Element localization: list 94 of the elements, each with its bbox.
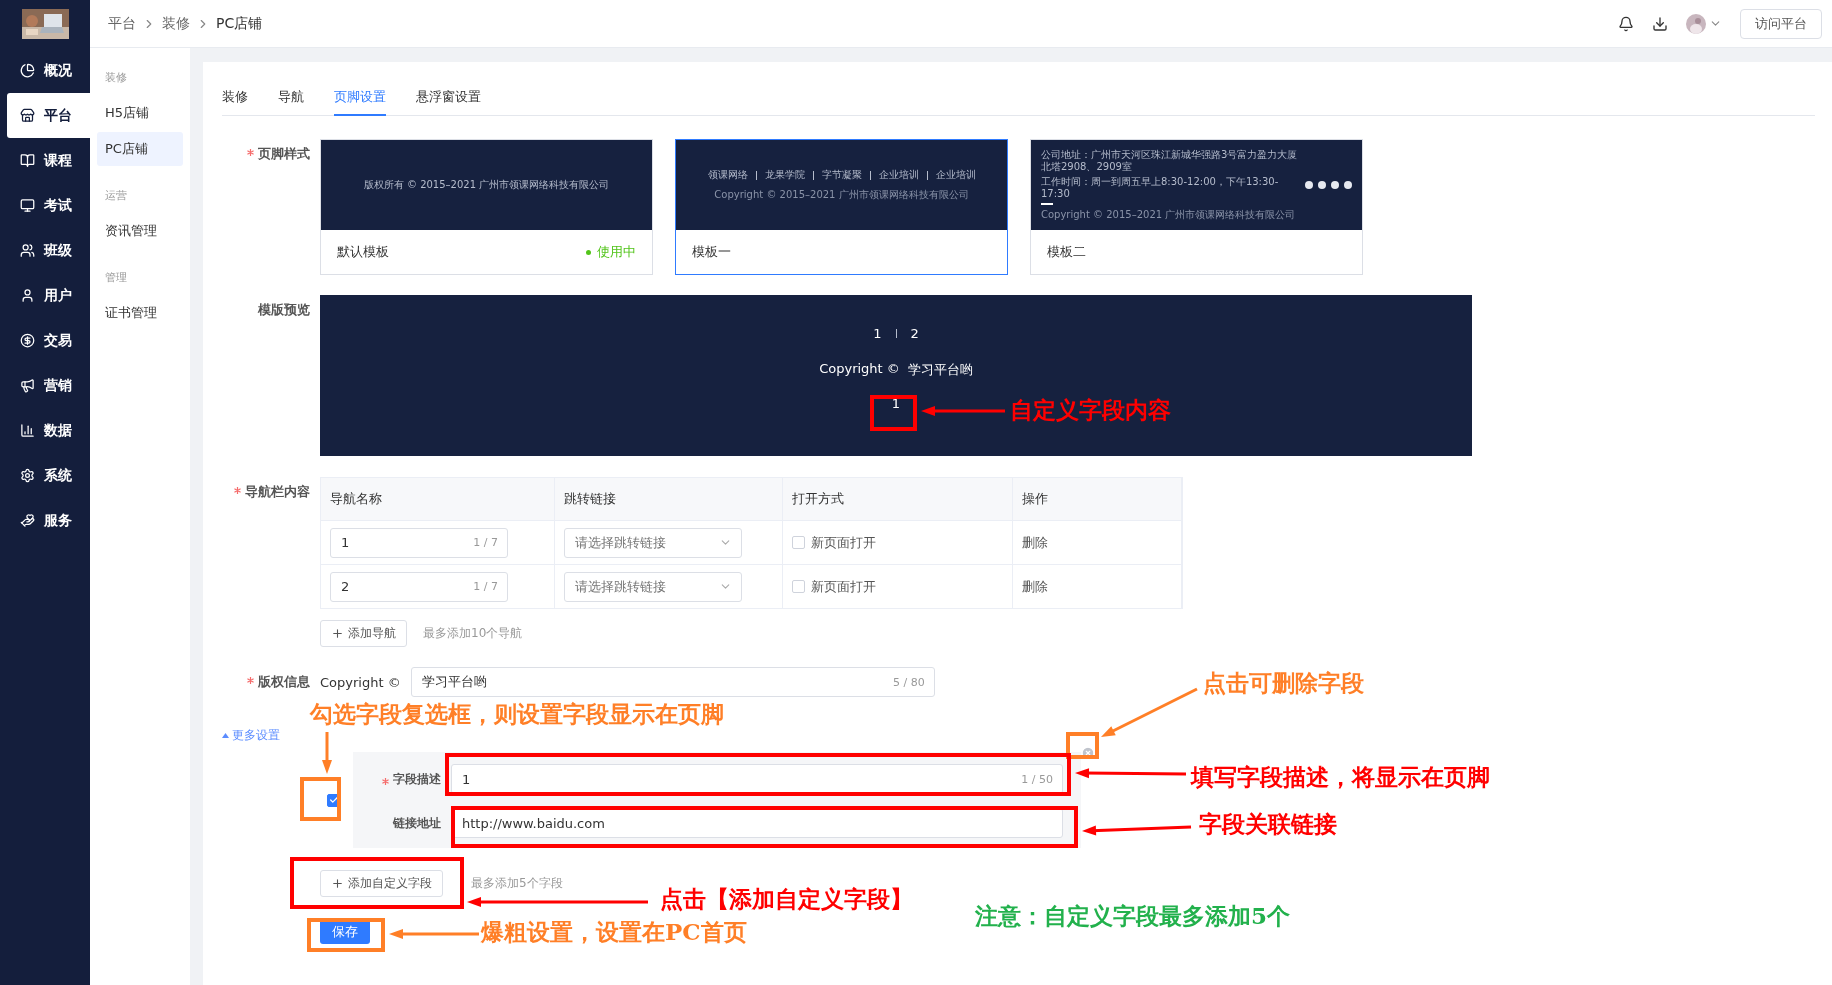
template-card[interactable]: 版权所有 © 2015–2021 广州市领课网络科技有限公司 默认模板 使用中: [320, 139, 653, 275]
sidebar-item[interactable]: 考试: [7, 183, 90, 228]
thumbnail-copyright: 版权所有 © 2015–2021 广州市领课网络科技有限公司: [363, 178, 610, 192]
form-label: 导航栏内容: [245, 483, 310, 501]
bell-icon[interactable]: [1618, 15, 1634, 32]
menu-item[interactable]: 资讯管理: [97, 214, 183, 248]
megaphone-icon: [20, 378, 35, 393]
link-select[interactable]: 请选择跳转链接: [564, 527, 742, 558]
download-icon[interactable]: [1652, 15, 1668, 32]
sidebar-item[interactable]: 数据: [7, 408, 90, 453]
monitor-icon: [20, 198, 35, 213]
tab[interactable]: 页脚设置: [334, 80, 386, 116]
hint-text: 最多添加10个导航: [423, 625, 523, 642]
sidebar-item[interactable]: 服务: [7, 498, 90, 543]
thumbnail-copyright: Copyright © 2015–2021 广州市领课网络科技有限公司: [1041, 207, 1297, 222]
menu-group-title: 运营: [104, 188, 128, 204]
thumbnail-nav-item: 字节凝聚: [821, 168, 862, 182]
tab[interactable]: 导航: [278, 80, 304, 116]
sidebar-item[interactable]: 班级: [7, 228, 90, 273]
sidebar-item[interactable]: 概况: [7, 48, 90, 93]
preview-copyright-text: 学习平台哟: [907, 361, 973, 379]
annotation-text: 自定义字段内容: [1010, 397, 1171, 423]
menu-item[interactable]: H5店铺: [97, 96, 183, 130]
template-name: 模板二: [1047, 243, 1086, 261]
highlight-frame: [300, 777, 341, 821]
preview-copyright-prefix: Copyright ©: [819, 361, 900, 378]
form-label: 版权信息: [258, 673, 310, 691]
char-count: 5 / 80: [892, 675, 925, 689]
link-select[interactable]: 请选择跳转链接: [564, 571, 742, 602]
user-icon: [20, 288, 35, 303]
char-count: 1 / 50: [1021, 772, 1053, 786]
thumbnail-nav-item: 龙果学院: [764, 168, 805, 182]
char-count: 1 / 7: [473, 580, 498, 593]
sidebar-item[interactable]: 用户: [7, 273, 90, 318]
thumbnail-nav-item: 企业培训: [878, 168, 919, 182]
bar-chart-icon: [20, 423, 35, 438]
template-card[interactable]: 领课网络 龙果学院 字节凝聚 企业培训 企业培训 Copyright © 2015–2021 广州市领课网络科技有限公司 模板一: [675, 139, 1008, 275]
template-card[interactable]: 公司地址：广州市天河区珠江新城华强路3号富力盈力大厦北塔2908、2909室 工作时间：周一到周五早上8:30-12:00，下午13:30-17:30 Copyright © 2015–2021 广州市领课网络科技有限公司 模板二: [1030, 139, 1363, 275]
thumbnail-contact-line: 公司地址：广州市天河区珠江新城华强路3号富力盈力大厦北塔2908、2909室: [1041, 148, 1299, 173]
breadcrumb-item[interactable]: PC店铺: [216, 14, 263, 33]
hint-text: 最多添加5个字段: [471, 875, 563, 892]
add-nav-button[interactable]: 添加导航: [320, 620, 407, 647]
annotation-text: 字段关联链接: [1199, 811, 1337, 837]
plus-icon: [331, 877, 344, 890]
breadcrumb-item[interactable]: 装修: [162, 14, 190, 33]
sidebar-item[interactable]: 营销: [7, 363, 90, 408]
form-label: 页脚样式: [258, 145, 310, 163]
template-name: 模板一: [692, 243, 731, 261]
preview-custom-field: 1: [891, 396, 901, 411]
arrow: [322, 732, 332, 774]
sidebar-item[interactable]: 平台: [7, 93, 90, 138]
delete-link[interactable]: 删除: [1022, 577, 1048, 596]
char-count: 1 / 7: [473, 536, 498, 549]
template-status: 使用中: [586, 243, 636, 261]
visit-platform-button[interactable]: 访问平台: [1740, 8, 1822, 39]
sidebar-item[interactable]: 课程: [7, 138, 90, 183]
copyright-prefix: Copyright ©: [320, 674, 401, 690]
plus-icon: [331, 627, 344, 640]
checkbox-label: 新页面打开: [811, 533, 876, 552]
pie-chart-icon: [20, 63, 35, 78]
store-icon: [20, 108, 35, 123]
highlight-frame: [870, 395, 917, 431]
annotation-text: 注意：自定义字段最多添加5个: [975, 903, 1290, 929]
annotation-text: 点击可删除字段: [1203, 670, 1364, 696]
checkbox-label: 新页面打开: [811, 577, 876, 596]
add-custom-field-button[interactable]: 添加自定义字段: [320, 870, 443, 897]
annotation-text: 填写字段描述，将显示在页脚: [1191, 764, 1490, 790]
menu-item[interactable]: 证书管理: [97, 296, 183, 330]
annotation-text: 点击【添加自定义字段】: [660, 886, 913, 912]
tab[interactable]: 悬浮窗设置: [416, 80, 481, 116]
menu-group-title: 装修: [104, 70, 128, 86]
annotation-text: 勾选字段复选框，则设置字段显示在页脚: [310, 701, 724, 727]
book-icon: [20, 153, 35, 168]
annotation-text: 爆粗设置，设置在PC首页: [481, 919, 747, 945]
users-icon: [20, 243, 35, 258]
breadcrumb-item[interactable]: 平台: [108, 14, 136, 33]
form-label: 模版预览: [258, 301, 310, 319]
coin-icon: [20, 333, 35, 348]
menu-group-title: 管理: [104, 270, 128, 286]
settings-icon: [20, 468, 35, 483]
delete-link[interactable]: 删除: [1022, 533, 1048, 552]
hand-icon: [20, 513, 35, 528]
thumbnail-nav-item: 领课网络: [707, 168, 748, 182]
thumbnail-contact-line: 工作时间：周一到周五早上8:30-12:00，下午13:30-17:30: [1041, 175, 1280, 200]
thumbnail-nav-item: 企业培训: [935, 168, 976, 182]
tab[interactable]: 装修: [222, 80, 248, 116]
required-icon: [382, 777, 389, 785]
menu-item[interactable]: PC店铺: [97, 132, 183, 166]
field-label: 链接地址: [393, 814, 441, 832]
field-label: 字段描述: [393, 770, 441, 788]
thumbnail-copyright: Copyright © 2015–2021 广州市领课网络科技有限公司: [714, 188, 969, 202]
template-name: 默认模板: [337, 243, 389, 261]
sidebar-item[interactable]: 交易: [7, 318, 90, 363]
sidebar-item[interactable]: 系统: [7, 453, 90, 498]
